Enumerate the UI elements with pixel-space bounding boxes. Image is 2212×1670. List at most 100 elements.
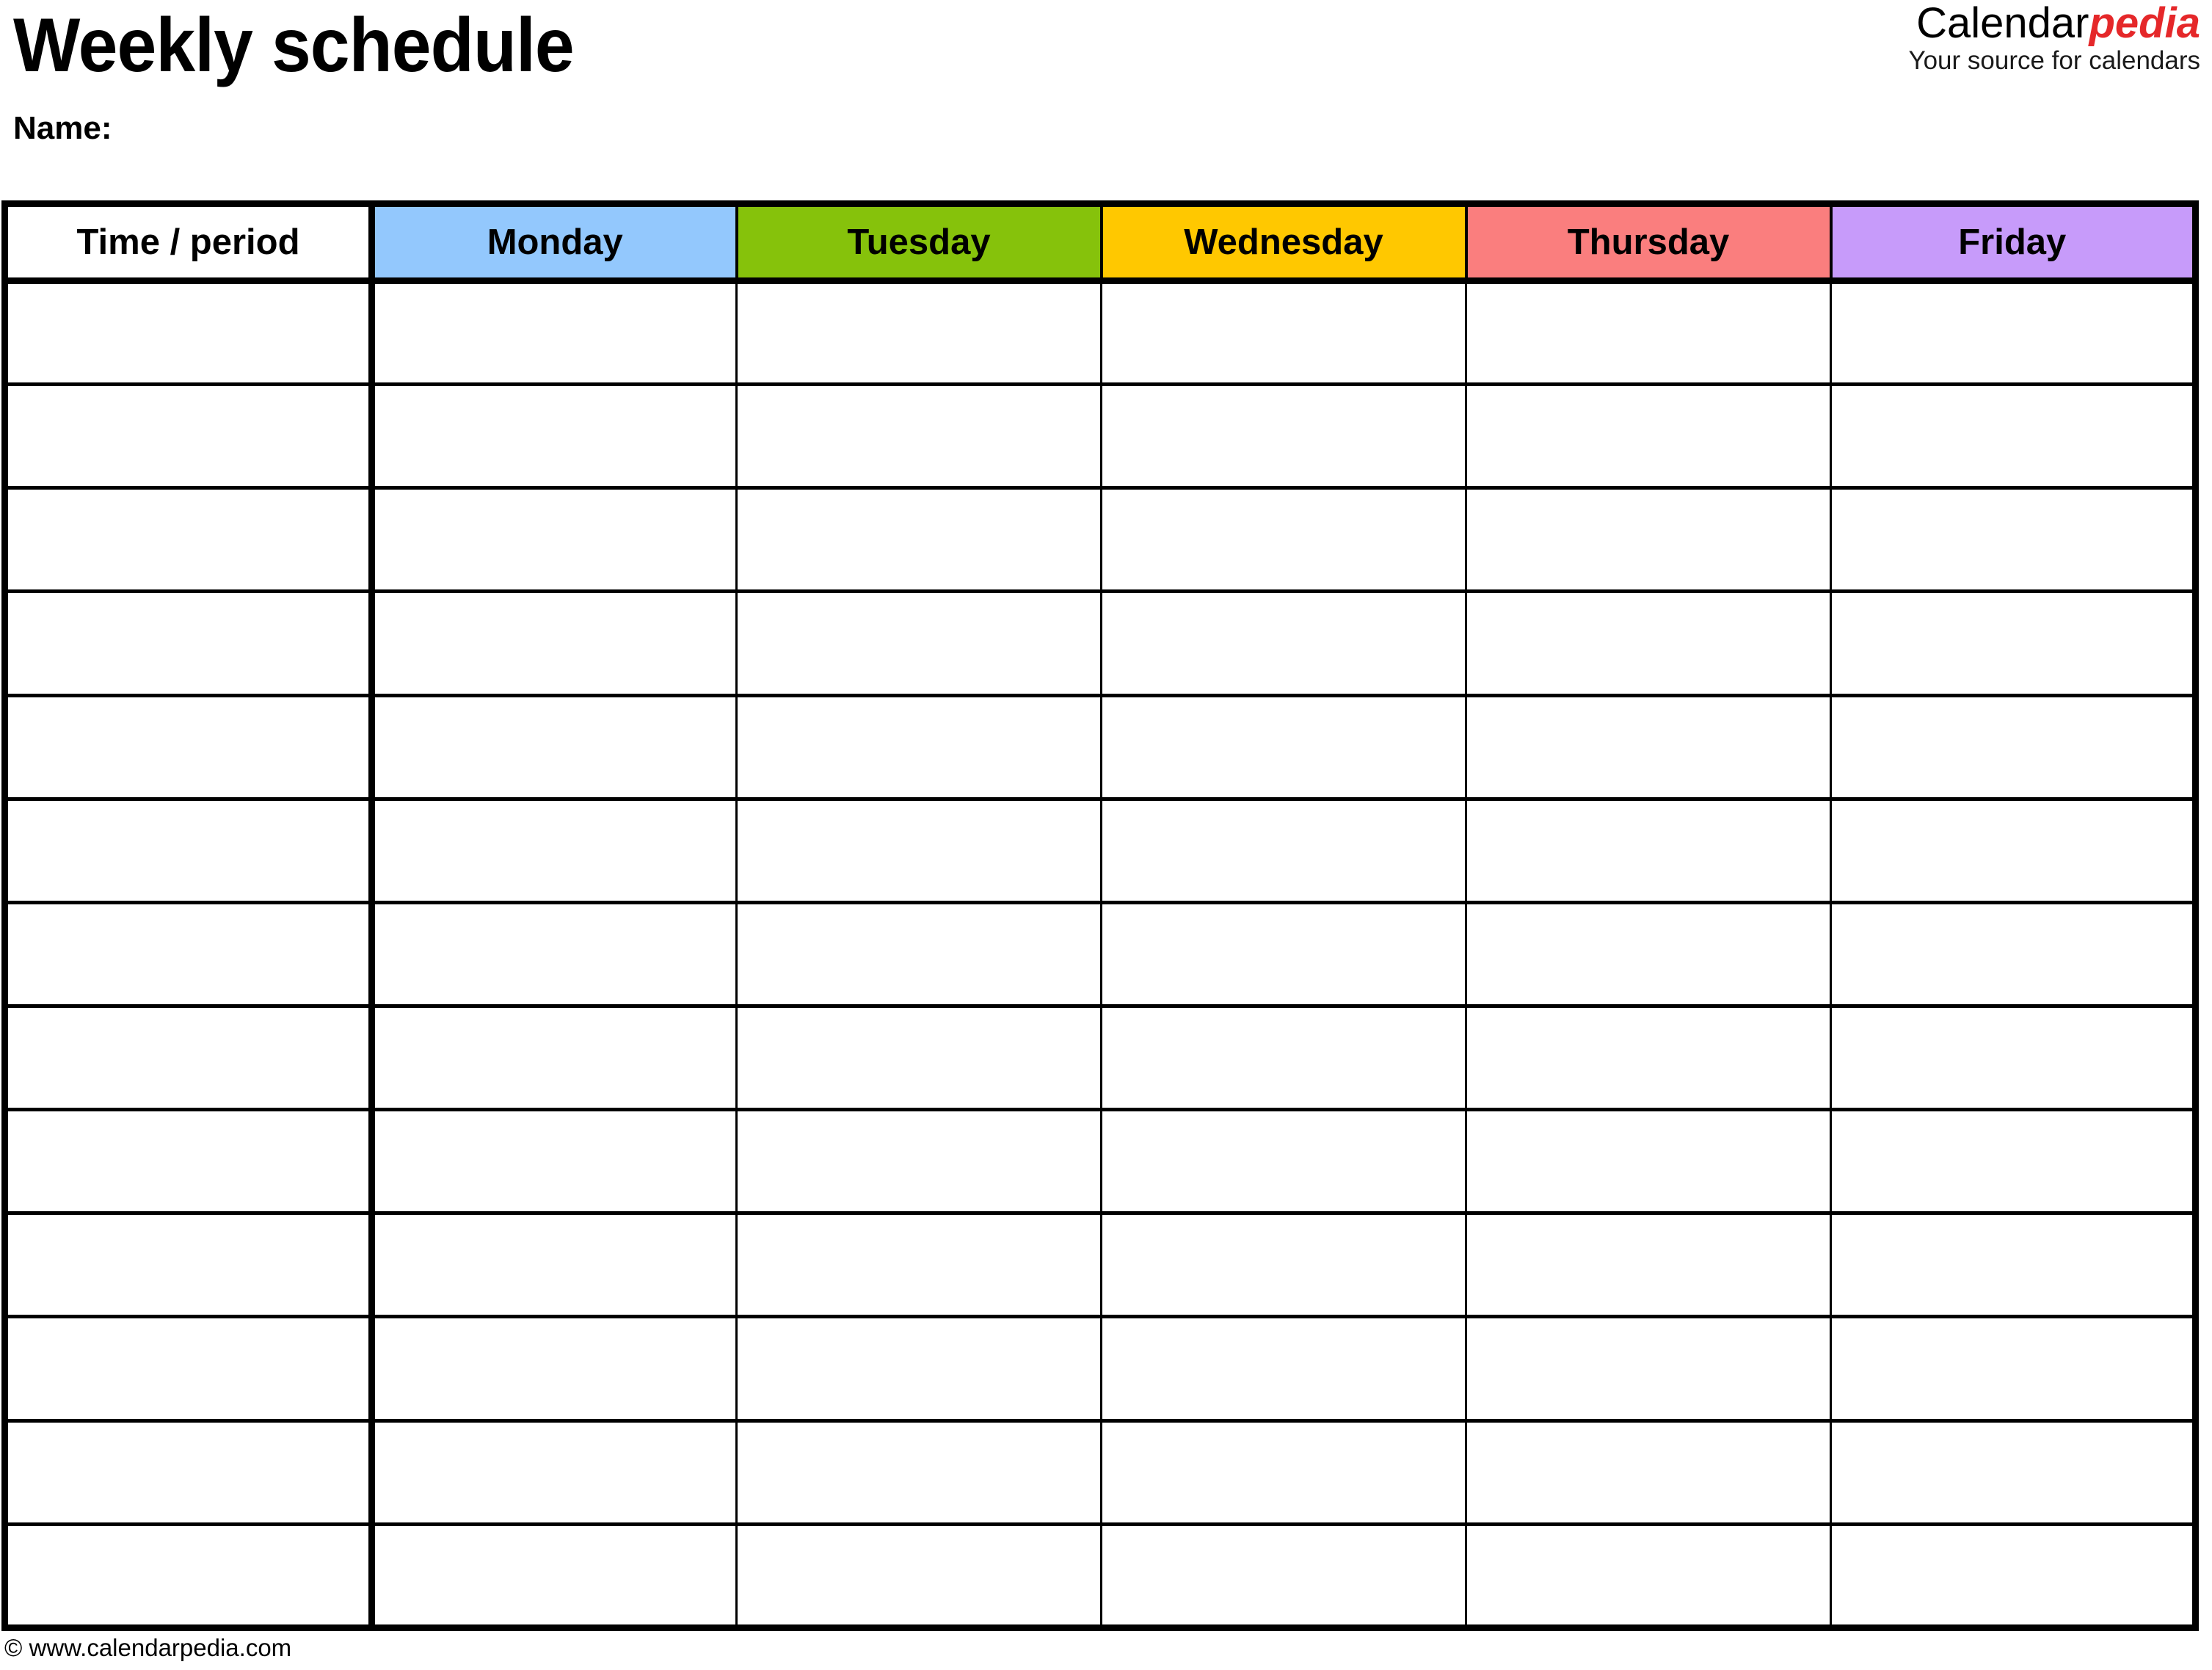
cell-monday[interactable]: [371, 384, 738, 490]
cell-time-period[interactable]: [1, 1420, 375, 1526]
cell-wednesday[interactable]: [1101, 1420, 1467, 1526]
cell-time-period[interactable]: [1, 1109, 375, 1216]
cell-time-period[interactable]: [1, 799, 375, 904]
cell-monday[interactable]: [371, 1524, 738, 1632]
cell-time-period[interactable]: [1, 695, 375, 801]
cell-monday[interactable]: [371, 695, 738, 801]
cell-thursday[interactable]: [1466, 384, 1832, 490]
cell-thursday[interactable]: [1466, 1213, 1832, 1319]
cell-time-period[interactable]: [1, 1524, 375, 1632]
cell-tuesday[interactable]: [736, 902, 1102, 1008]
cell-wednesday[interactable]: [1101, 384, 1467, 490]
cell-thursday[interactable]: [1466, 1420, 1832, 1526]
cell-friday[interactable]: [1830, 695, 2199, 801]
cell-thursday[interactable]: [1466, 1316, 1832, 1423]
table-row: [1, 1316, 2199, 1423]
footer-credit: © www.calendarpedia.com: [4, 1634, 292, 1661]
cell-monday[interactable]: [371, 1006, 738, 1112]
table-row: [1, 487, 2199, 594]
cell-tuesday[interactable]: [736, 799, 1102, 904]
table-row: [1, 384, 2199, 490]
cell-time-period[interactable]: [1, 1316, 375, 1423]
cell-friday[interactable]: [1830, 1006, 2199, 1112]
cell-wednesday[interactable]: [1101, 591, 1467, 697]
cell-monday[interactable]: [371, 1213, 738, 1319]
cell-tuesday[interactable]: [736, 1109, 1102, 1216]
table-row: [1, 902, 2199, 1008]
cell-wednesday[interactable]: [1101, 1006, 1467, 1112]
cell-friday[interactable]: [1830, 1213, 2199, 1319]
cell-friday[interactable]: [1830, 1524, 2199, 1632]
cell-thursday[interactable]: [1466, 902, 1832, 1008]
column-header-wednesday: Wednesday: [1101, 200, 1468, 284]
cell-wednesday[interactable]: [1101, 1316, 1467, 1423]
cell-monday[interactable]: [371, 280, 738, 387]
cell-wednesday[interactable]: [1101, 695, 1467, 801]
column-header-thursday: Thursday: [1466, 200, 1833, 284]
cell-time-period[interactable]: [1, 1213, 375, 1319]
cell-wednesday[interactable]: [1101, 799, 1467, 904]
column-header-tuesday: Tuesday: [736, 200, 1103, 284]
cell-wednesday[interactable]: [1101, 1213, 1467, 1319]
cell-tuesday[interactable]: [736, 487, 1102, 594]
cell-tuesday[interactable]: [736, 1006, 1102, 1112]
cell-wednesday[interactable]: [1101, 1524, 1467, 1632]
cell-thursday[interactable]: [1466, 591, 1832, 697]
cell-monday[interactable]: [371, 799, 738, 904]
cell-friday[interactable]: [1830, 384, 2199, 490]
cell-monday[interactable]: [371, 1109, 738, 1216]
cell-tuesday[interactable]: [736, 1213, 1102, 1319]
cell-friday[interactable]: [1830, 902, 2199, 1008]
cell-tuesday[interactable]: [736, 1524, 1102, 1632]
table-header-row: Time / period Monday Tuesday Wednesday Thurs…: [1, 200, 2199, 284]
cell-time-period[interactable]: [1, 902, 375, 1008]
cell-tuesday[interactable]: [736, 1316, 1102, 1423]
cell-friday[interactable]: [1830, 799, 2199, 904]
cell-wednesday[interactable]: [1101, 1109, 1467, 1216]
cell-thursday[interactable]: [1466, 799, 1832, 904]
cell-time-period[interactable]: [1, 487, 375, 594]
column-header-time-period: Time / period: [1, 200, 375, 284]
cell-friday[interactable]: [1830, 1316, 2199, 1423]
cell-thursday[interactable]: [1466, 1006, 1832, 1112]
cell-friday[interactable]: [1830, 280, 2199, 387]
calendarpedia-logo: Calendarpedia Your source for calendars: [1908, 1, 2200, 76]
cell-thursday[interactable]: [1466, 695, 1832, 801]
cell-monday[interactable]: [371, 591, 738, 697]
page-header: Weekly schedule Name: Calendarpedia Your…: [0, 0, 2212, 198]
cell-monday[interactable]: [371, 487, 738, 594]
cell-tuesday[interactable]: [736, 695, 1102, 801]
cell-time-period[interactable]: [1, 1006, 375, 1112]
brand-wordmark: Calendarpedia: [1908, 1, 2200, 45]
table-row: [1, 1524, 2199, 1632]
cell-wednesday[interactable]: [1101, 280, 1467, 387]
cell-thursday[interactable]: [1466, 1109, 1832, 1216]
cell-thursday[interactable]: [1466, 280, 1832, 387]
cell-thursday[interactable]: [1466, 1524, 1832, 1632]
cell-friday[interactable]: [1830, 487, 2199, 594]
cell-time-period[interactable]: [1, 591, 375, 697]
cell-friday[interactable]: [1830, 591, 2199, 697]
cell-tuesday[interactable]: [736, 1420, 1102, 1526]
cell-monday[interactable]: [371, 1316, 738, 1423]
page-title: Weekly schedule: [13, 3, 575, 88]
table-row: [1, 799, 2199, 904]
table-row: [1, 591, 2199, 697]
cell-tuesday[interactable]: [736, 591, 1102, 697]
weekly-schedule-table: Time / period Monday Tuesday Wednesday Thurs…: [1, 200, 2199, 1632]
table-row: [1, 1006, 2199, 1112]
weekly-schedule-table-container: Time / period Monday Tuesday Wednesday Thurs…: [1, 200, 2199, 1632]
cell-wednesday[interactable]: [1101, 487, 1467, 594]
column-header-friday: Friday: [1830, 200, 2199, 284]
cell-tuesday[interactable]: [736, 384, 1102, 490]
cell-time-period[interactable]: [1, 280, 375, 387]
cell-thursday[interactable]: [1466, 487, 1832, 594]
cell-tuesday[interactable]: [736, 280, 1102, 387]
table-row: [1, 695, 2199, 801]
cell-time-period[interactable]: [1, 384, 375, 490]
cell-monday[interactable]: [371, 1420, 738, 1526]
cell-monday[interactable]: [371, 902, 738, 1008]
cell-wednesday[interactable]: [1101, 902, 1467, 1008]
cell-friday[interactable]: [1830, 1109, 2199, 1216]
cell-friday[interactable]: [1830, 1420, 2199, 1526]
